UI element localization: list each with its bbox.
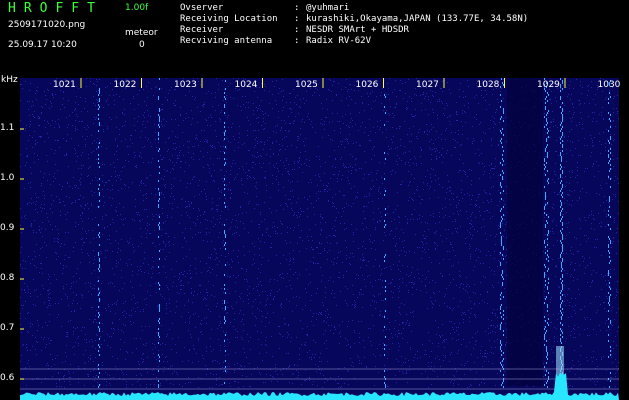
header-panel: HROFFT 1.00f 2509171020.png meteor 25.09… [0, 0, 629, 76]
info-label: Receiving Location [180, 14, 278, 24]
y-axis-unit: kHz [1, 75, 18, 85]
file-name-label: 2509171020.png [8, 20, 86, 30]
app-logo: HROFFT [8, 1, 103, 16]
info-label: Receiver [180, 25, 224, 35]
spectrogram-canvas [20, 78, 619, 400]
mode-label: meteor [125, 28, 158, 38]
station-info: Ovserver: @yuhmari Receiving Location: kur… [180, 3, 528, 47]
x-tick-label: 1024 [234, 80, 258, 90]
x-tick-label: 1023 [174, 80, 197, 90]
y-tick-label: 1.1 [0, 123, 15, 133]
info-label: Recviving antenna [180, 36, 273, 46]
y-tick-label: 0.9 [0, 223, 15, 233]
x-tick-label: 1025 [295, 80, 318, 90]
info-row-receiver: Receiver: NESDR SMArt + HDSDR [180, 25, 409, 35]
info-label: Ovserver [180, 3, 224, 13]
y-tick-label: 0.8 [0, 273, 15, 283]
info-value: kurashiki,Okayama,JAPAN (133.77E, 34.58N… [306, 14, 529, 24]
x-tick-label: 1029 [537, 80, 560, 90]
x-tick-label: 1022 [113, 80, 137, 90]
x-tick-label: 1027 [416, 80, 439, 90]
dark-band [507, 78, 543, 386]
info-row-observer: Ovserver: @yuhmari [180, 3, 350, 13]
info-row-antenna: Recviving antenna: Radix RV-62V [180, 36, 372, 46]
info-value: Radix RV-62V [306, 36, 372, 46]
info-value: @yuhmari [306, 3, 350, 13]
version-label: 1.00f [125, 3, 149, 13]
x-tick-label: 1021 [53, 80, 76, 90]
info-value: NESDR SMArt + HDSDR [306, 25, 409, 35]
x-tick-label: 1026 [355, 80, 379, 90]
x-tick-label: 1028 [476, 80, 500, 90]
info-row-location: Receiving Location: kurashiki,Okayama,JAP… [180, 14, 529, 24]
y-tick-label: 0.7 [0, 323, 15, 333]
meteor-count: 0 [139, 40, 145, 50]
timestamp-label: 25.09.17 10:20 [8, 40, 77, 50]
x-tick-label: 1030 [597, 80, 621, 90]
y-tick-label: 0.6 [0, 373, 15, 383]
spectrogram: 1021 1022 1023 1024 1025 1026 1027 1028 1029 1030 [20, 78, 621, 400]
y-tick-label: 1.0 [0, 173, 15, 183]
